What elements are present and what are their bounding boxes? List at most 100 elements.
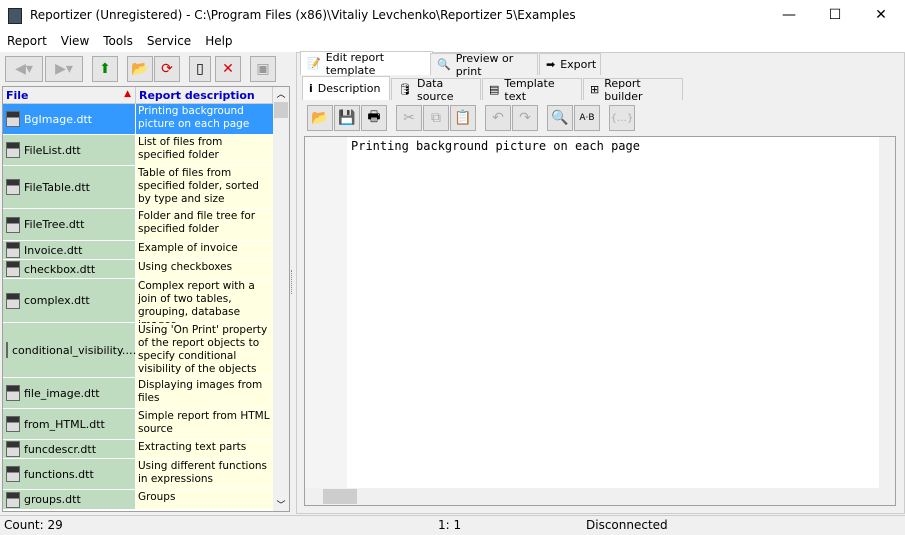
column-header-description[interactable]: Report description	[136, 87, 273, 104]
description-editor[interactable]: Printing background picture on each page	[304, 136, 896, 506]
description-cell[interactable]: Using checkboxes	[136, 260, 273, 278]
splitter-handle[interactable]	[291, 270, 294, 294]
table-row[interactable]: Invoice.dtt Example of invoice	[3, 241, 273, 260]
menu-help[interactable]: Help	[198, 32, 239, 50]
file-cell[interactable]: complex.dtt	[3, 279, 136, 322]
editor-text[interactable]: Printing background picture on each page	[351, 139, 640, 153]
status-count: Count: 29	[4, 518, 63, 532]
forward-button[interactable]: ▶▾	[45, 56, 83, 82]
description-cell[interactable]: Printing background picture on each page	[136, 104, 273, 134]
minimize-button[interactable]: —	[766, 0, 812, 30]
table-row[interactable]: file_image.dtt Displaying images from fil…	[3, 378, 273, 409]
status-connection: Disconnected	[586, 518, 668, 532]
menu-report[interactable]: Report	[0, 32, 54, 50]
table-row[interactable]: complex.dtt Complex report with a join of…	[3, 279, 273, 331]
subtab-0[interactable]: i Description	[302, 76, 390, 100]
tab-main-1[interactable]: 🔍 Preview or print	[430, 51, 538, 78]
find-button[interactable]: 🔍	[547, 105, 573, 131]
table-row[interactable]: FileTable.dtt Table of files from specifi…	[3, 166, 273, 209]
close-button[interactable]: ✕	[858, 0, 904, 30]
description-cell[interactable]: Example of invoice	[136, 241, 273, 259]
tab-icon: 📝	[307, 57, 321, 70]
vertical-scrollbar[interactable]: ︿ ﹀	[273, 87, 289, 511]
open-template-button[interactable]: 📂	[307, 105, 333, 131]
description-cell[interactable]: List of files from specified folder	[136, 135, 273, 165]
report-file-grid[interactable]: File ▲ Report description BgImage.dtt Prin…	[2, 86, 290, 512]
file-cell[interactable]: checkbox.dtt	[3, 260, 136, 278]
save-button[interactable]: ▣	[250, 56, 276, 82]
new-file-button[interactable]: ▯	[189, 56, 211, 82]
menu-service[interactable]: Service	[140, 32, 198, 50]
scroll-up-icon[interactable]: ︿	[273, 87, 289, 100]
description-cell[interactable]: Groups	[136, 490, 273, 509]
print-button[interactable]: 🖶	[361, 105, 387, 131]
description-cell[interactable]: Using 'On Print' property of the report …	[136, 323, 273, 377]
file-cell[interactable]: FileTree.dtt	[3, 209, 136, 240]
menu-tools[interactable]: Tools	[96, 32, 140, 50]
description-cell[interactable]: Displaying images from files	[136, 378, 273, 408]
cut-button[interactable]: ✂	[396, 105, 422, 131]
insert-expression-button[interactable]: {…}	[609, 105, 635, 131]
undo-button[interactable]: ↶	[485, 105, 511, 131]
tab-label: Report builder	[604, 76, 643, 103]
table-row[interactable]: FileList.dtt List of files from specified…	[3, 135, 273, 166]
report-file-icon	[6, 111, 20, 127]
table-row[interactable]: from_HTML.dtt Simple report from HTML sou…	[3, 409, 273, 440]
scroll-thumb[interactable]	[274, 102, 288, 118]
delete-button[interactable]: ✕	[215, 56, 241, 82]
tab-label: Export	[560, 58, 597, 71]
table-row[interactable]: FileTree.dtt Folder and file tree for spe…	[3, 209, 273, 241]
maximize-button[interactable]: ☐	[812, 0, 858, 30]
subtab-3[interactable]: ⊞ Report builder	[583, 76, 683, 103]
file-name: checkbox.dtt	[24, 262, 96, 276]
menu-bar: Report View Tools Service Help	[0, 32, 905, 52]
file-cell[interactable]: funcdescr.dtt	[3, 440, 136, 458]
editor-horizontal-scrollbar[interactable]	[305, 488, 895, 505]
scroll-thumb[interactable]	[323, 489, 357, 504]
table-row[interactable]: BgImage.dtt Printing background picture o…	[3, 104, 273, 135]
subtab-2[interactable]: ▤ Template text	[482, 77, 582, 103]
file-cell[interactable]: functions.dtt	[3, 459, 136, 489]
scroll-down-icon[interactable]: ﹀	[273, 498, 289, 511]
table-row[interactable]: functions.dtt Using different functions i…	[3, 459, 273, 490]
back-button[interactable]: ◀▾	[5, 56, 43, 82]
file-cell[interactable]: FileTable.dtt	[3, 166, 136, 208]
paste-button[interactable]: 📋	[450, 105, 476, 131]
tab-label: Preview or print	[455, 51, 514, 78]
menu-view[interactable]: View	[54, 32, 96, 50]
file-cell[interactable]: conditional_visibility.…	[3, 323, 136, 377]
save-template-button[interactable]: 💾	[334, 105, 360, 131]
up-folder-button[interactable]: ⬆	[92, 56, 118, 82]
file-cell[interactable]: groups.dtt	[3, 490, 136, 509]
description-cell[interactable]: Complex report with a join of two tables…	[136, 279, 273, 331]
tab-label: Edit report template	[325, 50, 385, 77]
report-file-icon	[6, 242, 20, 258]
tab-main-2[interactable]: ➡ Export	[539, 53, 601, 75]
description-cell[interactable]: Folder and file tree for specified folde…	[136, 209, 273, 240]
description-cell[interactable]: Table of files from specified folder, so…	[136, 166, 273, 208]
status-bar: Count: 29 1: 1 Disconnected	[0, 515, 905, 535]
description-cell[interactable]: Extracting text parts	[136, 440, 273, 458]
file-cell[interactable]: Invoice.dtt	[3, 241, 136, 259]
file-cell[interactable]: from_HTML.dtt	[3, 409, 136, 439]
description-cell[interactable]: Simple report from HTML source	[136, 409, 273, 439]
description-cell[interactable]: Using different functions in expressions	[136, 459, 273, 489]
editor-gutter	[305, 137, 347, 505]
editor-vertical-scrollbar[interactable]	[879, 137, 895, 489]
table-row[interactable]: checkbox.dtt Using checkboxes	[3, 260, 273, 279]
copy-button[interactable]: ⧉	[423, 105, 449, 131]
subtab-1[interactable]: 🛢 Data source	[391, 77, 481, 103]
file-cell[interactable]: BgImage.dtt	[3, 104, 136, 134]
status-cursor-position: 1: 1	[438, 518, 462, 532]
table-row[interactable]: groups.dtt Groups	[3, 490, 273, 510]
file-cell[interactable]: file_image.dtt	[3, 378, 136, 408]
tab-main-0[interactable]: 📝 Edit report template	[300, 50, 433, 77]
replace-button[interactable]: A·B	[574, 105, 600, 131]
file-cell[interactable]: FileList.dtt	[3, 135, 136, 165]
open-folder-button[interactable]: 📂	[127, 56, 153, 82]
redo-button[interactable]: ↷	[512, 105, 538, 131]
table-row[interactable]: funcdescr.dtt Extracting text parts	[3, 440, 273, 459]
column-header-file[interactable]: File ▲	[3, 87, 136, 104]
refresh-button[interactable]: ⟳	[154, 56, 180, 82]
table-row[interactable]: conditional_visibility.… Using 'On Print'…	[3, 323, 273, 378]
